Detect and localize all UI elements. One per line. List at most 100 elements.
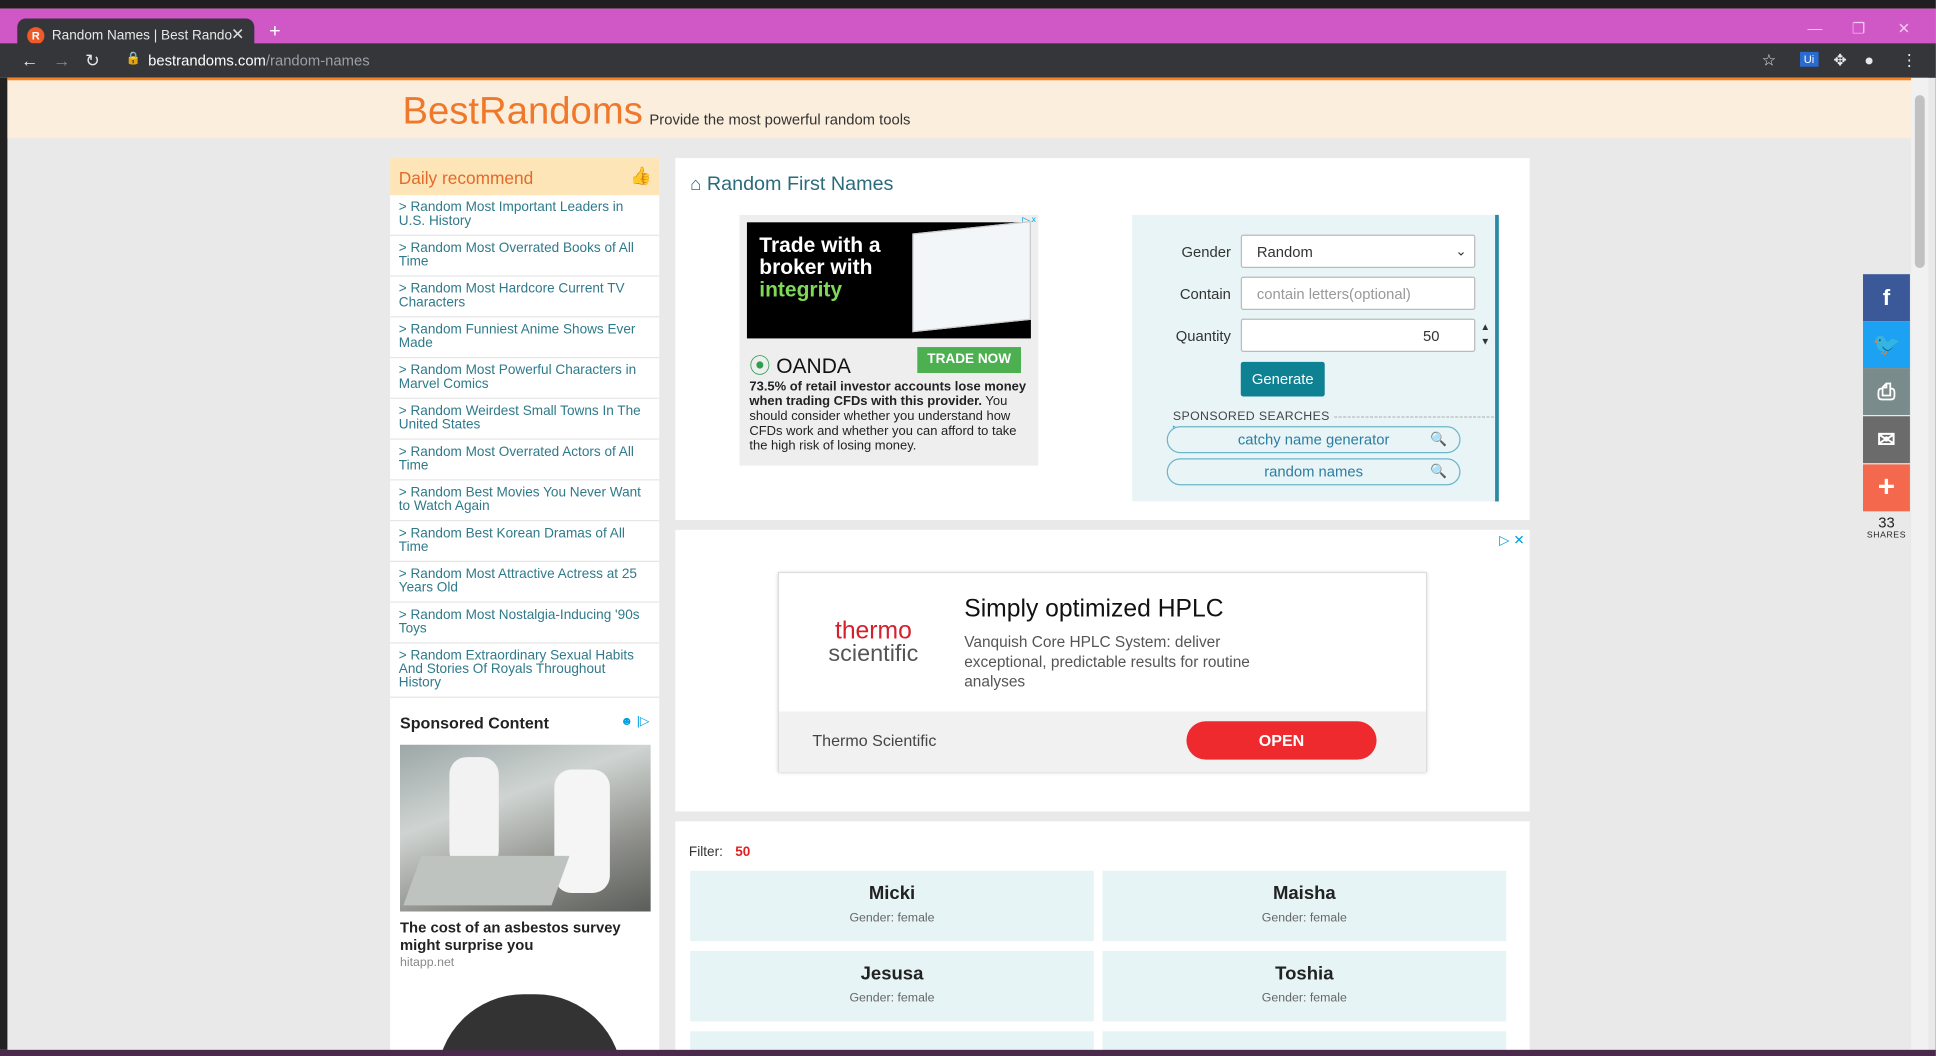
name-card[interactable]: Toshia Gender: female <box>1102 951 1507 1022</box>
search-icon: 🔍 <box>1430 432 1447 448</box>
daily-recommend-item[interactable]: > Random Extraordinary Sexual Habits And… <box>390 643 660 698</box>
daily-recommend-item[interactable]: > Random Best Korean Dramas of All Time <box>390 521 660 562</box>
daily-recommend-title: Daily recommend <box>398 167 534 188</box>
name-card[interactable]: Jesusa Gender: female <box>690 951 1094 1022</box>
daily-recommend-item[interactable]: > Random Most Hardcore Current TV Charac… <box>390 277 660 318</box>
minimize-icon[interactable]: — <box>1807 20 1822 37</box>
advertiser-name: Thermo Scientific <box>812 731 937 750</box>
quantity-label: Quantity <box>1175 327 1231 345</box>
back-icon[interactable]: ← <box>21 51 38 71</box>
oanda-logo: ⦿ OANDA <box>749 354 851 378</box>
home-icon[interactable]: ⌂ <box>690 174 701 195</box>
new-tab-icon[interactable]: + <box>269 21 281 43</box>
tab-title: Random Names | Best Random T <box>51 27 233 43</box>
gender-label: Gender <box>1181 243 1231 261</box>
search-icon: 🔍 <box>1430 464 1447 480</box>
share-count: 33 SHARES <box>1866 513 1907 540</box>
site-header: BestRandoms Provide the most powerful ra… <box>7 77 1912 139</box>
chevron-down-icon: ⌄ <box>1455 244 1467 260</box>
extension-ui-icon[interactable]: Ui <box>1800 51 1818 67</box>
quantity-stepper[interactable]: ▲ ▼ <box>1477 320 1494 353</box>
close-tab-icon[interactable]: ✕ <box>231 25 244 45</box>
daily-recommend-item[interactable]: > Random Best Movies You Never Want to W… <box>390 480 660 522</box>
reload-icon[interactable]: ↻ <box>85 51 99 72</box>
site-favicon-icon: R <box>27 26 45 44</box>
open-button[interactable]: OPEN <box>1186 721 1377 760</box>
lock-icon: 🔒 <box>125 51 142 66</box>
thermo-ad[interactable]: thermo scientific Simply optimized HPLC V… <box>777 571 1428 772</box>
address-bar: ← → ↻ 🔒 bestrandoms.com/random-names ☆ U… <box>0 43 1936 78</box>
generator-card: ⌂ Random First Names ▷ˣ Trade with abrok… <box>675 158 1530 520</box>
forward-icon[interactable]: → <box>53 51 70 71</box>
scrollbar-thumb[interactable] <box>1914 95 1925 269</box>
restore-icon[interactable]: ❐ <box>1852 20 1865 37</box>
daily-recommend-item[interactable]: > Random Most Overrated Actors of All Ti… <box>390 440 660 481</box>
generate-button[interactable]: Generate <box>1240 361 1325 397</box>
site-tagline: Provide the most powerful random tools <box>649 111 911 129</box>
watch-ad-image[interactable] <box>437 994 623 1056</box>
daily-recommend-item[interactable]: > Random Most Overrated Books of All Tim… <box>390 236 660 277</box>
trade-now-button[interactable]: TRADE NOW <box>917 347 1022 374</box>
daily-recommend-item[interactable]: > Random Most Important Leaders in U.S. … <box>390 195 660 236</box>
thumbs-up-icon: 👍 <box>630 165 652 186</box>
name-card[interactable]: Micki Gender: female <box>690 870 1094 942</box>
adchoices-icon[interactable]: ☻ |▷ <box>620 715 649 729</box>
result-count: 50 <box>735 844 751 860</box>
page-left-edge <box>0 77 8 1050</box>
results-card: Filter: 50 Micki Gender: female Maisha Gend… <box>675 821 1530 1056</box>
page-scrollbar[interactable] <box>1911 77 1929 1050</box>
generator-form: Gender Random ⌄ Contain contain letters(o… <box>1132 214 1499 502</box>
sponsored-title: Sponsored Content <box>400 713 549 733</box>
sponsored-content: Sponsored Content ☻ |▷ The cost of an as… <box>390 698 659 1056</box>
sponsored-caption[interactable]: The cost of an asbestos survey might sur… <box>400 919 649 954</box>
daily-recommend-item[interactable]: > Random Funniest Anime Shows Ever Made <box>390 317 660 359</box>
ad-close-icon[interactable]: ▷ ✕ <box>1499 532 1525 549</box>
gender-text: Gender: female <box>849 911 935 926</box>
daily-recommend-item[interactable]: > Random Most Nostalgia-Inducing '90s To… <box>390 603 660 644</box>
quantity-input[interactable]: 50 ▲ ▼ <box>1240 318 1490 353</box>
sponsored-image[interactable] <box>400 744 651 912</box>
extensions-puzzle-icon[interactable]: ✥ <box>1833 51 1846 71</box>
sponsored-search-2[interactable]: random names 🔍 <box>1166 458 1461 486</box>
site-logo[interactable]: BestRandoms <box>402 89 642 133</box>
page-title: ⌂ Random First Names <box>690 174 894 196</box>
window-close-icon[interactable]: ✕ <box>1898 20 1910 37</box>
filter-row: Filter: 50 <box>688 844 751 860</box>
sponsored-search-1[interactable]: catchy name generator 🔍 <box>1166 426 1461 454</box>
email-share-icon[interactable]: ✉ <box>1863 416 1910 464</box>
taskbar-strip <box>0 1049 1936 1056</box>
name-text: Micki <box>868 883 916 905</box>
daily-recommend-list: > Random Most Important Leaders in U.S. … <box>390 195 660 698</box>
thermo-logo: thermo scientific <box>828 617 919 667</box>
ad-title: Simply optimized HPLC <box>964 595 1224 623</box>
worker-figure-1 <box>449 757 499 869</box>
oanda-ad[interactable]: ▷ˣ Trade with abroker withintegrity ⦿ OA… <box>739 214 1039 466</box>
twitter-share-icon[interactable]: 🐦 <box>1863 321 1910 369</box>
ad-disclaimer: 73.5% of retail investor accounts lose m… <box>749 379 1027 454</box>
gender-text: Gender: female <box>849 991 935 1006</box>
facebook-share-icon[interactable]: f <box>1863 274 1910 322</box>
name-text: Maisha <box>1272 883 1336 905</box>
menu-kebab-icon[interactable]: ⋮ <box>1901 51 1917 71</box>
daily-recommend-item[interactable]: > Random Weirdest Small Towns In The Uni… <box>390 399 660 440</box>
print-share-icon[interactable]: ⎙ <box>1863 368 1910 415</box>
daily-recommend-item[interactable]: > Random Most Powerful Characters in Mar… <box>390 358 660 399</box>
contain-label: Contain <box>1179 285 1231 303</box>
contain-input[interactable]: contain letters(optional) <box>1240 276 1476 311</box>
sponsored-source: hitapp.net <box>400 955 455 970</box>
more-share-icon[interactable]: + <box>1863 464 1910 512</box>
gender-text: Gender: female <box>1261 991 1347 1006</box>
bookmark-star-icon[interactable]: ☆ <box>1762 51 1776 71</box>
url-field[interactable]: bestrandoms.com/random-names <box>148 52 370 69</box>
name-text: Jesusa <box>860 963 924 985</box>
daily-recommend-item[interactable]: > Random Most Attractive Actress at 25 Y… <box>390 562 660 603</box>
ad-laptop-screen <box>912 221 1031 333</box>
ad-description: Vanquish Core HPLC System: deliver excep… <box>964 633 1250 691</box>
ad-footer: Thermo Scientific OPEN <box>779 711 1426 772</box>
name-card[interactable]: Maisha Gender: female <box>1102 870 1507 942</box>
daily-recommend-header: Daily recommend 👍 <box>390 158 660 196</box>
gender-select[interactable]: Random ⌄ <box>1240 234 1476 269</box>
profile-icon[interactable]: ● <box>1864 51 1874 70</box>
ad-headline: Trade with a broker with integrity <box>759 233 881 302</box>
name-text: Toshia <box>1275 963 1334 985</box>
